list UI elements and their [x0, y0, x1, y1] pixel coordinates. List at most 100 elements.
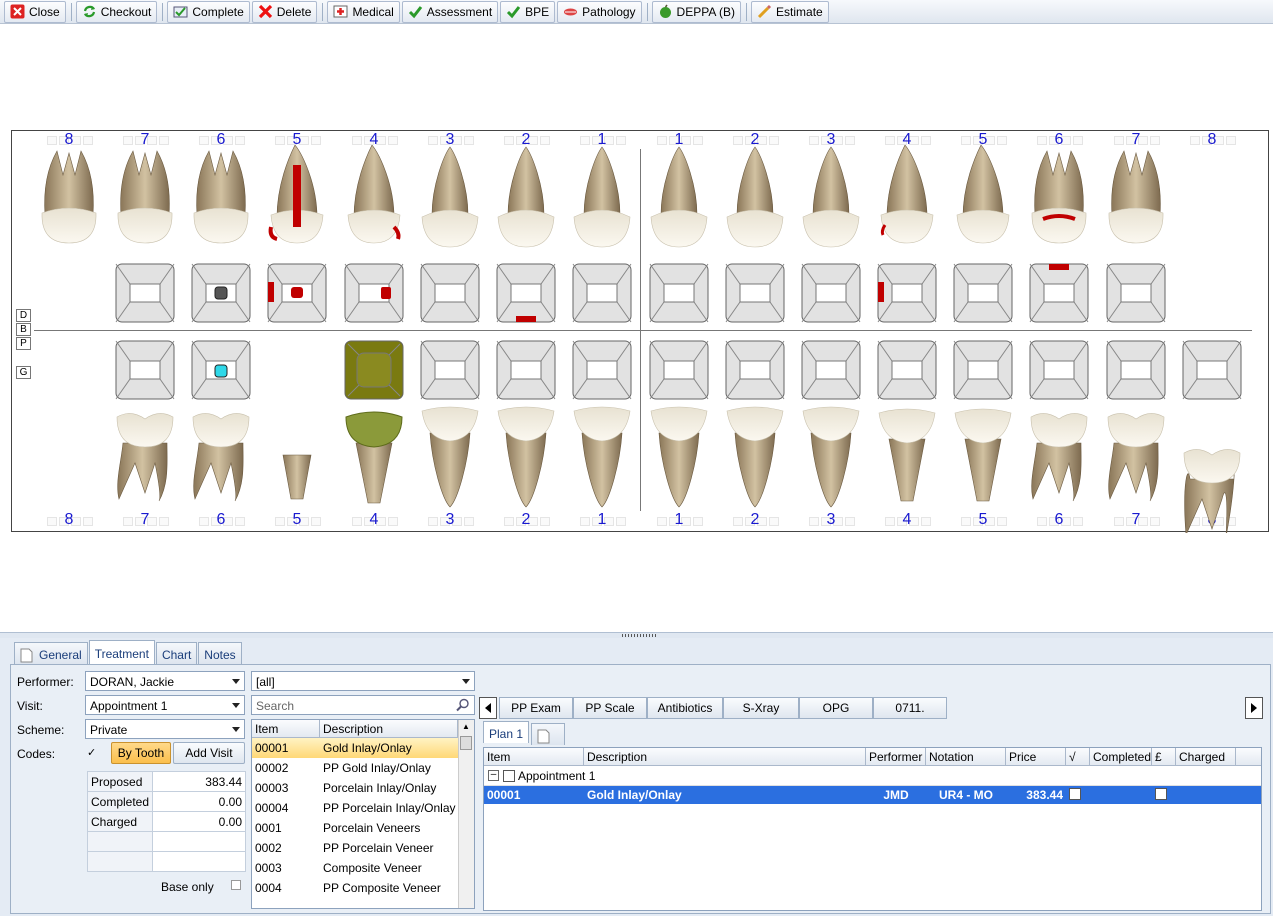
deppa-button[interactable]: DEPPA (B) [651, 0, 742, 23]
upper-tooth[interactable] [956, 145, 1010, 244]
upper-tooth[interactable] [421, 146, 479, 248]
new-plan-tab[interactable] [531, 723, 565, 745]
tooth-surface-box[interactable] [496, 263, 556, 323]
list-item[interactable]: 0004 PP Composite Veneer [252, 878, 474, 898]
plan-column-header[interactable]: Charged [1176, 748, 1236, 765]
upper-tooth[interactable] [41, 150, 97, 244]
scroll-right-button[interactable] [1245, 697, 1263, 719]
lower-tooth[interactable] [573, 406, 631, 508]
item-column-header[interactable]: Item [252, 720, 320, 737]
quick-item-button[interactable]: 0711. [873, 697, 947, 719]
list-item[interactable]: 00003 Porcelain Inlay/Onlay [252, 778, 474, 798]
pathology-button[interactable]: Pathology [557, 0, 642, 23]
category-filter-select[interactable]: [all] [251, 671, 475, 691]
plan-column-header[interactable]: Performer [866, 748, 926, 765]
plan-column-header[interactable]: Price [1006, 748, 1066, 765]
lower-tooth[interactable] [192, 413, 250, 502]
list-item[interactable]: 0003 Composite Veneer [252, 858, 474, 878]
tooth-surface-box[interactable] [344, 263, 404, 323]
tooth-surface-box[interactable] [649, 263, 709, 323]
lower-tooth[interactable] [878, 408, 936, 502]
list-item[interactable]: 00002 PP Gold Inlay/Onlay [252, 758, 474, 778]
lower-tooth[interactable] [650, 406, 708, 508]
bpe-button[interactable]: BPE [500, 0, 556, 23]
upper-tooth[interactable] [573, 146, 631, 248]
upper-tooth[interactable] [497, 146, 555, 248]
upper-tooth[interactable] [193, 150, 249, 244]
list-item[interactable]: 00004 PP Porcelain Inlay/Onlay [252, 798, 474, 818]
by-tooth-button[interactable]: By Tooth [111, 742, 171, 764]
tooth-surface-box[interactable] [1029, 340, 1089, 400]
group-checkbox[interactable] [503, 769, 515, 782]
charged-checkbox[interactable] [1155, 787, 1167, 800]
upper-tooth[interactable] [650, 146, 708, 248]
plan-column-header[interactable]: Notation [926, 748, 1006, 765]
lower-tooth[interactable] [282, 454, 312, 500]
quick-item-button[interactable]: S-Xray [723, 697, 799, 719]
scheme-select[interactable]: Private [85, 719, 245, 739]
list-item[interactable]: 0002 PP Porcelain Veneer [252, 838, 474, 858]
lower-tooth[interactable] [802, 406, 860, 508]
assessment-button[interactable]: Assessment [401, 0, 499, 23]
tooth-surface-box[interactable] [572, 263, 632, 323]
tooth-surface-box[interactable] [1182, 340, 1242, 400]
visit-select[interactable]: Appointment 1 [85, 695, 245, 715]
quick-item-button[interactable]: PP Exam [499, 697, 573, 719]
table-row[interactable]: 00001 Gold Inlay/Onlay JMD UR4 - MO 383.… [484, 786, 1261, 804]
tooth-surface-box[interactable] [572, 340, 632, 400]
tooth-surface-box[interactable] [1029, 263, 1089, 323]
lower-tooth[interactable] [1107, 413, 1165, 502]
delete-button[interactable]: Delete [251, 0, 318, 23]
tooth-surface-box[interactable] [725, 340, 785, 400]
tooth-surface-box[interactable] [344, 340, 404, 400]
plan-column-header[interactable]: Item [484, 748, 584, 765]
item-list-scrollbar[interactable]: ▲ [458, 720, 474, 908]
close-button[interactable]: Close [4, 0, 66, 23]
lower-tooth[interactable] [1183, 449, 1241, 533]
lower-tooth[interactable] [497, 406, 555, 508]
upper-tooth[interactable] [726, 146, 784, 248]
upper-tooth[interactable] [117, 150, 173, 244]
upper-tooth[interactable] [1108, 150, 1164, 244]
upper-tooth[interactable] [1031, 150, 1087, 244]
tooth-surface-box[interactable] [496, 340, 556, 400]
quick-item-button[interactable]: Antibiotics [647, 697, 723, 719]
tooth-surface-box[interactable] [1106, 263, 1166, 323]
tooth-surface-box[interactable] [877, 340, 937, 400]
tooth-surface-box[interactable] [649, 340, 709, 400]
tooth-surface-box[interactable] [877, 263, 937, 323]
checkout-button[interactable]: Checkout [75, 0, 158, 23]
description-column-header[interactable]: Description [320, 720, 458, 737]
tooth-surface-box[interactable] [1106, 340, 1166, 400]
upper-tooth[interactable] [347, 145, 401, 244]
scroll-left-button[interactable] [479, 697, 497, 719]
lower-tooth[interactable] [726, 406, 784, 508]
lower-tooth[interactable] [954, 408, 1012, 502]
tooth-surface-box[interactable] [725, 263, 785, 323]
performer-select[interactable]: DORAN, Jackie [85, 671, 245, 691]
approved-checkbox[interactable] [1069, 787, 1081, 800]
tooth-surface-box[interactable] [420, 263, 480, 323]
search-input[interactable]: Search [251, 695, 475, 715]
tooth-surface-box[interactable] [115, 340, 175, 400]
add-visit-button[interactable]: Add Visit [173, 742, 245, 764]
tab-plan-1[interactable]: Plan 1 [483, 721, 530, 743]
tooth-surface-box[interactable] [801, 263, 861, 323]
medical-button[interactable]: Medical [327, 0, 400, 23]
plan-column-header[interactable]: Completed [1090, 748, 1152, 765]
tooth-surface-box[interactable] [953, 263, 1013, 323]
tooth-surface-box[interactable] [953, 340, 1013, 400]
plan-column-header[interactable]: √ [1066, 748, 1090, 765]
plan-column-header[interactable]: Description [584, 748, 866, 765]
upper-tooth[interactable] [880, 145, 934, 244]
lower-tooth[interactable] [345, 411, 403, 504]
quick-item-button[interactable]: PP Scale [573, 697, 647, 719]
tab-notes[interactable]: Notes [198, 642, 242, 664]
lower-tooth[interactable] [116, 413, 174, 502]
list-item[interactable]: 0001 Porcelain Veneers [252, 818, 474, 838]
tab-chart[interactable]: Chart [155, 642, 198, 664]
tooth-surface-box[interactable] [420, 340, 480, 400]
tooth-surface-box[interactable] [115, 263, 175, 323]
base-only-checkbox[interactable] [231, 880, 241, 890]
tab-treatment[interactable]: Treatment [88, 640, 155, 664]
